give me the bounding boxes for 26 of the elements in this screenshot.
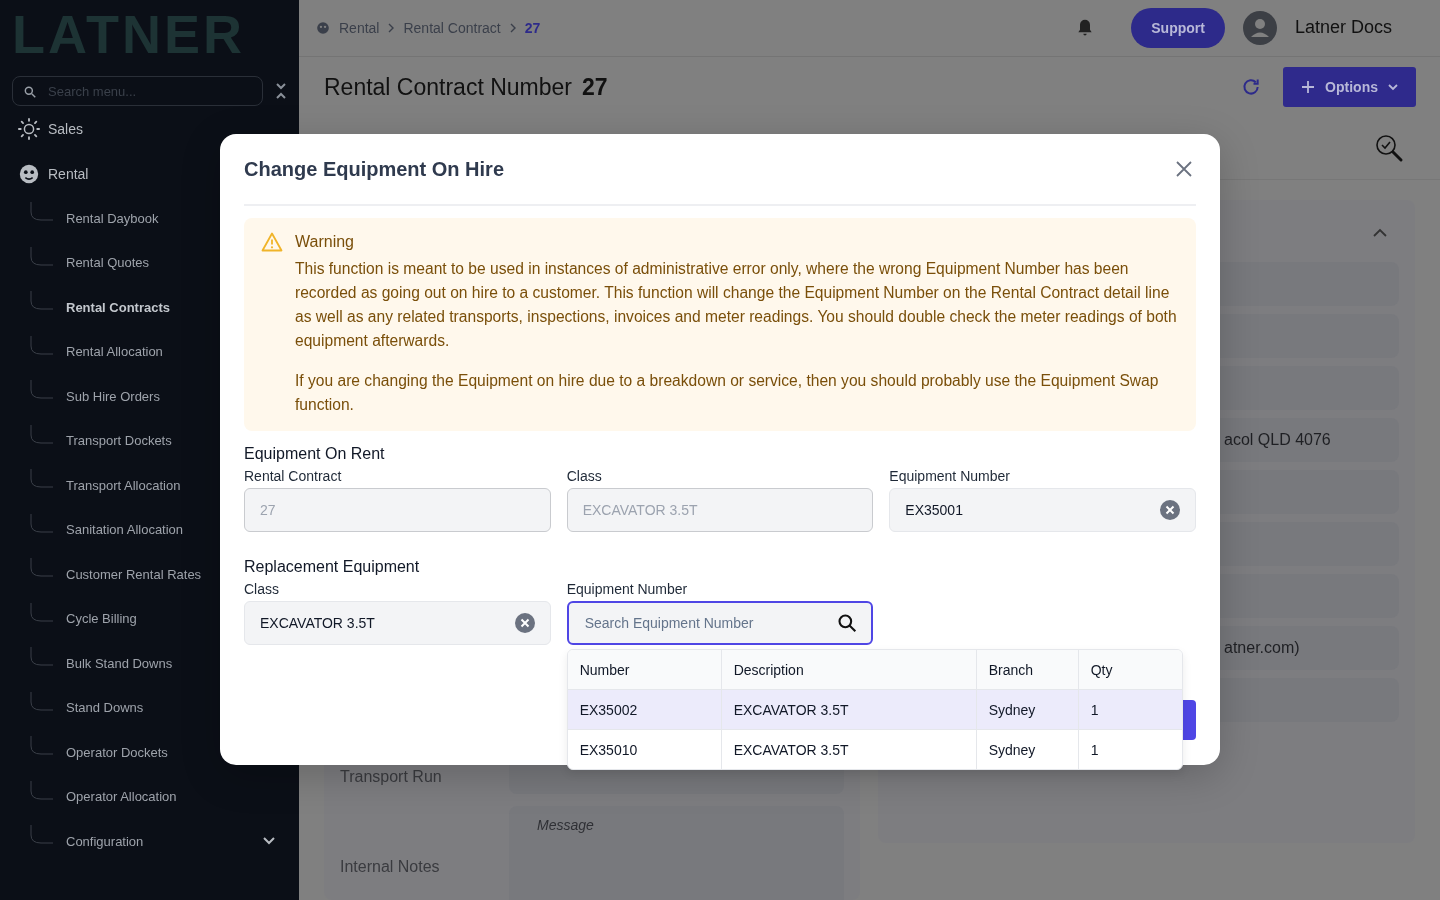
field-label: Class (566, 467, 603, 486)
table-cell-text: EX35010 (578, 740, 639, 760)
table-cell: EXCAVATOR 3.5T (720, 730, 976, 769)
warning-title: Warning (295, 232, 355, 252)
table-cell: EXCAVATOR 3.5T (720, 690, 976, 729)
page-title: Rental Contract Number (324, 73, 572, 101)
table-cell: Sydney (975, 730, 1078, 769)
field-label: Transport Run (340, 768, 443, 786)
section-title: Equipment On Rent (244, 445, 386, 463)
table-cell: Sydney (975, 690, 1078, 729)
user-name: Latner Docs (1294, 17, 1392, 39)
table-cell: 1 (1077, 730, 1182, 769)
field-label: Internal Notes (340, 858, 441, 876)
placeholder-text: Message (537, 817, 594, 833)
warning-text: This function is meant to be used in instances of administrative error only, where the wrong Equipment Number has been recorded as going out on hire to a customer. This function will change the Equipment Number on the Rental Contract detail line as well as any related transports, inspections, invoices and meter readings. You should double check the meter readings of both equipment afterwards. (295, 259, 1178, 351)
dialog-title: Change Equipment On Hire (244, 157, 505, 181)
field-label: Equipment Number (566, 580, 689, 599)
contract-number: 27 (582, 73, 608, 101)
warning-text: If you are changing the Equipment on hire due to a breakdown or service, then you should probably use the Equipment Swap function. (295, 371, 1160, 415)
field-label: Equipment Number (889, 467, 1011, 486)
section-title: Replacement Equipment (244, 558, 421, 576)
table-cell: 1 (1077, 690, 1182, 729)
field-label: Class (244, 580, 280, 599)
table-cell-text: EX35002 (578, 700, 639, 720)
column-header: Number (578, 660, 631, 680)
field-label: Rental Contract (244, 467, 343, 486)
